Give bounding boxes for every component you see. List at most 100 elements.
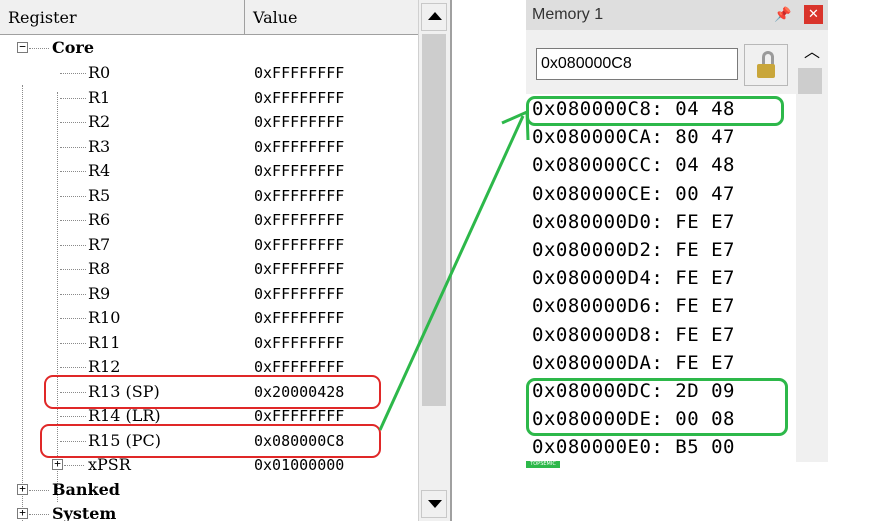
scrollbar-thumb[interactable] (422, 34, 446, 406)
collapse-icon[interactable]: − (17, 41, 28, 53)
tree-connector (60, 416, 86, 417)
register-value[interactable]: 0xFFFFFFFF (254, 306, 344, 330)
memory-bytes[interactable]: B5 00 (675, 436, 735, 458)
memory-row[interactable]: 0x080000D4: FE E7 (532, 263, 735, 293)
register-value[interactable]: 0xFFFFFFFF (254, 282, 344, 306)
tree-connector (60, 195, 86, 197)
register-name: R11 (88, 332, 121, 352)
register-value[interactable]: 0xFFFFFFFF (254, 331, 344, 355)
register-name: R9 (88, 283, 111, 303)
tree-connector (29, 514, 49, 515)
expand-icon[interactable]: + (52, 458, 63, 470)
memory-spacer (663, 183, 675, 205)
tree-group-system[interactable]: + System (0, 502, 418, 521)
scroll-up-button[interactable] (421, 3, 447, 31)
tree-connector (60, 171, 86, 172)
column-header-value[interactable]: Value (245, 0, 418, 34)
tree-connector (60, 73, 86, 74)
register-value[interactable]: 0xFFFFFFFF (254, 86, 344, 110)
register-window: Register Value − Core R0 0xFFFFFFFF R1 0xFF… (0, 0, 452, 521)
memory-row[interactable]: 0x080000E0: B5 00 (532, 432, 735, 462)
register-row[interactable]: R11 0xFFFFFFFF (0, 331, 418, 355)
register-row[interactable]: R2 0xFFFFFFFF (0, 110, 418, 134)
register-value[interactable]: 0xFFFFFFFF (254, 257, 344, 281)
memory-spacer (663, 324, 675, 346)
tree-connector (60, 293, 86, 295)
register-value[interactable]: 0xFFFFFFFF (254, 184, 344, 208)
address-input[interactable]: 0x080000C8 (536, 48, 738, 80)
register-row[interactable]: R3 0xFFFFFFFF (0, 135, 418, 159)
memory-address: 0x080000E0: (532, 436, 664, 459)
scroll-down-button[interactable] (421, 490, 447, 518)
register-value[interactable]: 0xFFFFFFFF (254, 135, 344, 159)
register-scrollbar[interactable] (418, 0, 450, 521)
register-row[interactable]: R0 0xFFFFFFFF (0, 61, 418, 85)
memory-bytes[interactable]: FE E7 (675, 267, 735, 289)
memory-bytes[interactable]: 04 48 (675, 154, 735, 176)
memory-row[interactable]: 0x080000D2: FE E7 (532, 235, 735, 265)
register-row[interactable]: R8 0xFFFFFFFF (0, 257, 418, 281)
memory-row[interactable]: 0x080000D0: FE E7 (532, 207, 735, 237)
memory-row[interactable]: 0x080000CE: 00 47 (532, 179, 735, 209)
memory-bytes[interactable]: FE E7 (675, 295, 735, 317)
tree-connector (60, 97, 86, 99)
tree-connector (60, 342, 86, 344)
tree-connector (60, 146, 86, 148)
memory-bytes[interactable]: FE E7 (675, 211, 735, 233)
register-value[interactable]: 0xFFFFFFFF (254, 61, 344, 85)
register-header: Register Value (0, 0, 418, 35)
memory-title: Memory 1 (532, 6, 604, 23)
register-name: R4 (88, 161, 111, 180)
register-name: R0 (88, 63, 111, 82)
memory-bytes[interactable]: FE E7 (675, 324, 735, 346)
memory-scrollbar-thumb[interactable] (798, 68, 822, 94)
memory-address: 0x080000CE: (532, 182, 664, 205)
memory-spacer (663, 239, 675, 261)
memory-bytes[interactable]: FE E7 (675, 352, 735, 374)
memory-bytes[interactable]: 80 47 (675, 126, 735, 148)
group-label-system: System (52, 504, 117, 521)
tree-connector (60, 122, 86, 123)
memory-bytes[interactable]: 00 47 (675, 183, 735, 205)
register-row[interactable]: R7 0xFFFFFFFF (0, 233, 418, 257)
watermark: TOPSEMIC (526, 461, 560, 468)
memory-row[interactable]: 0x080000D8: FE E7 (532, 320, 735, 350)
lock-icon (762, 51, 774, 65)
tree-group-banked[interactable]: + Banked (0, 478, 418, 502)
memory-row[interactable]: 0x080000D6: FE E7 (532, 291, 735, 321)
chevron-up-icon[interactable]: ︿ (804, 44, 820, 60)
register-value[interactable]: 0xFFFFFFFF (254, 233, 344, 257)
memory-row[interactable]: 0x080000CC: 04 48 (532, 150, 735, 180)
tree-group-core[interactable]: − Core (0, 36, 418, 60)
memory-address: 0x080000D2: (532, 239, 664, 261)
tree-connector (60, 269, 86, 270)
register-value[interactable]: 0xFFFFFFFF (254, 159, 344, 183)
register-name: R6 (88, 210, 111, 229)
register-value[interactable]: 0xFFFFFFFF (254, 110, 344, 134)
register-row[interactable]: R4 0xFFFFFFFF (0, 159, 418, 183)
register-value[interactable]: 0xFFFFFFFF (254, 208, 344, 232)
register-row[interactable]: R10 0xFFFFFFFF (0, 306, 418, 330)
connector-arrowhead (501, 109, 530, 141)
register-row[interactable]: R1 0xFFFFFFFF (0, 86, 418, 110)
memory-spacer (663, 267, 675, 289)
column-header-register[interactable]: Register (0, 0, 245, 34)
memory-bytes[interactable]: FE E7 (675, 239, 735, 261)
pin-icon[interactable]: 📌 (774, 6, 791, 24)
close-icon[interactable]: ✕ (804, 5, 823, 24)
lock-button[interactable] (744, 44, 788, 86)
register-name: R8 (88, 259, 111, 278)
register-name: R3 (88, 136, 111, 156)
memory-spacer (663, 436, 675, 458)
register-row[interactable]: R9 0xFFFFFFFF (0, 282, 418, 306)
register-row[interactable]: R6 0xFFFFFFFF (0, 208, 418, 232)
expand-icon[interactable]: + (17, 483, 28, 495)
register-row[interactable]: R5 0xFFFFFFFF (0, 184, 418, 208)
memory-row[interactable]: 0x080000CA: 80 47 (532, 122, 735, 152)
memory-row[interactable]: 0x080000DA: FE E7 (532, 348, 735, 378)
memory-scrollbar[interactable]: ︿ (796, 30, 828, 462)
memory-address: 0x080000D8: (532, 323, 664, 346)
memory-window: Memory 1 📌 ✕ 0x080000C8 ︿ 0x080000C8: 04… (526, 0, 828, 462)
expand-icon[interactable]: + (17, 507, 28, 519)
tree-connector (60, 244, 86, 246)
